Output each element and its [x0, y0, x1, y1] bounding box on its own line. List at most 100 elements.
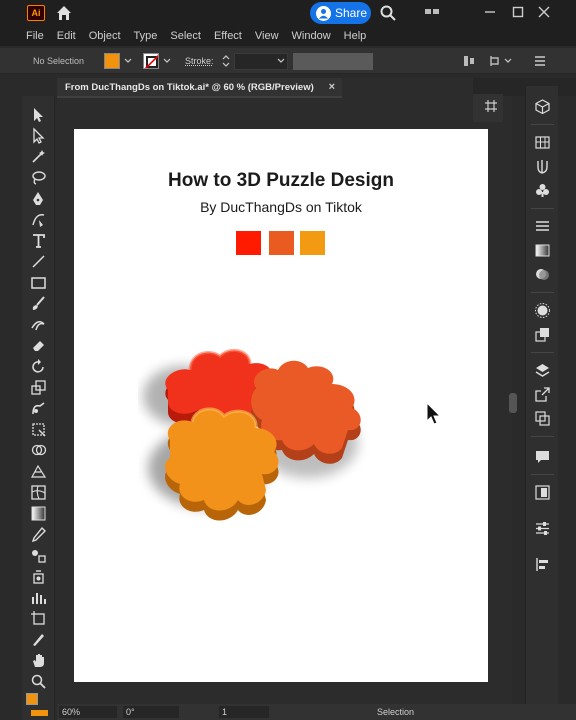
- title-bar: Ai Share: [0, 0, 576, 26]
- direct-selection-tool-icon[interactable]: [30, 127, 47, 144]
- graphic-styles-icon[interactable]: [534, 326, 551, 343]
- rotation-field[interactable]: 0°: [123, 706, 179, 718]
- dock-separator: [531, 352, 554, 353]
- chevron-down-icon[interactable]: [124, 57, 132, 65]
- stroke-color-swatch[interactable]: [143, 53, 159, 69]
- menu-edit[interactable]: Edit: [57, 30, 76, 42]
- scale-tool-icon[interactable]: [30, 379, 47, 396]
- home-icon[interactable]: [55, 4, 73, 22]
- shape-builder-tool-icon[interactable]: [30, 442, 47, 459]
- properties-sliders-icon[interactable]: [534, 520, 551, 537]
- comments-icon[interactable]: [534, 448, 551, 465]
- pen-tool-icon[interactable]: [30, 190, 47, 207]
- color-swatch-orange[interactable]: [300, 231, 325, 255]
- artboards-panel-icon[interactable]: [534, 410, 551, 427]
- color-swatch-red[interactable]: [236, 231, 261, 255]
- menu-object[interactable]: Object: [89, 30, 121, 42]
- arrange-documents-icon[interactable]: [425, 5, 439, 19]
- transparency-icon[interactable]: [534, 266, 551, 283]
- shaper-tool-icon[interactable]: [30, 316, 47, 333]
- transform-icon[interactable]: [488, 54, 502, 68]
- fill-indicator[interactable]: [26, 693, 38, 705]
- symbols-icon[interactable]: [534, 182, 551, 199]
- zoom-field[interactable]: 60%: [59, 706, 117, 718]
- chevron-down-icon[interactable]: [504, 57, 512, 65]
- mesh-tool-icon[interactable]: [30, 484, 47, 501]
- zoom-tool-icon[interactable]: [30, 673, 47, 690]
- menu-view[interactable]: View: [255, 30, 279, 42]
- minimize-icon[interactable]: [483, 5, 497, 19]
- mouse-cursor-icon: [426, 402, 442, 425]
- type-tool-icon[interactable]: [30, 232, 47, 249]
- selection-status: No Selection: [33, 56, 85, 66]
- asset-export-icon[interactable]: [534, 386, 551, 403]
- vertical-scrollbar[interactable]: [509, 393, 517, 413]
- lasso-tool-icon[interactable]: [30, 169, 47, 186]
- artboard-tool-icon[interactable]: [30, 610, 47, 627]
- menu-effect[interactable]: Effect: [214, 30, 242, 42]
- document-tab[interactable]: From DucThangDs on Tiktok.ai* @ 60 % (RG…: [57, 78, 342, 98]
- menu-window[interactable]: Window: [292, 30, 331, 42]
- appearance-icon[interactable]: [534, 302, 551, 319]
- color-swatch-orange-red[interactable]: [269, 231, 294, 255]
- blend-tool-icon[interactable]: [30, 547, 47, 564]
- panel-dock: [525, 86, 558, 706]
- curvature-tool-icon[interactable]: [30, 211, 47, 228]
- opacity-field[interactable]: [293, 53, 373, 70]
- 3d-materials-icon[interactable]: [534, 98, 551, 115]
- menu-help[interactable]: Help: [344, 30, 367, 42]
- brushes-icon[interactable]: [534, 158, 551, 175]
- dock-separator: [531, 208, 554, 209]
- stroke-panel-icon[interactable]: [534, 218, 551, 235]
- chevron-down-icon[interactable]: [163, 57, 171, 65]
- artwork-title[interactable]: How to 3D Puzzle Design: [74, 170, 488, 192]
- swatches-icon[interactable]: [534, 134, 551, 151]
- line-tool-icon[interactable]: [30, 253, 47, 270]
- layers-icon[interactable]: [534, 362, 551, 379]
- dock-separator: [531, 474, 554, 475]
- menu-file[interactable]: File: [26, 30, 44, 42]
- rectangle-tool-icon[interactable]: [30, 274, 47, 291]
- panel-menu-icon[interactable]: [533, 54, 547, 68]
- app-logo: Ai: [27, 5, 45, 21]
- maximize-icon[interactable]: [511, 5, 525, 19]
- align-icon[interactable]: [462, 54, 476, 68]
- dock-separator: [531, 436, 554, 437]
- share-button[interactable]: Share: [310, 2, 371, 24]
- perspective-grid-tool-icon[interactable]: [30, 463, 47, 480]
- symbol-sprayer-tool-icon[interactable]: [30, 568, 47, 585]
- graph-tool-icon[interactable]: [30, 589, 47, 606]
- tools-panel: [22, 96, 55, 720]
- eraser-tool-icon[interactable]: [30, 337, 47, 354]
- stroke-label[interactable]: Stroke:: [185, 56, 214, 66]
- current-tool-label: Selection: [377, 707, 415, 717]
- gradient-panel-icon[interactable]: [534, 242, 551, 259]
- puzzle-artwork[interactable]: [138, 328, 402, 538]
- menu-type[interactable]: Type: [134, 30, 158, 42]
- rotate-tool-icon[interactable]: [30, 358, 47, 375]
- grid-icon[interactable]: [484, 99, 498, 113]
- paintbrush-tool-icon[interactable]: [30, 295, 47, 312]
- artboard-number-field[interactable]: 1: [219, 706, 269, 718]
- dock-separator: [531, 292, 554, 293]
- eyedropper-tool-icon[interactable]: [30, 526, 47, 543]
- menu-select[interactable]: Select: [170, 30, 201, 42]
- share-icon: [316, 5, 331, 21]
- align-panel-icon[interactable]: [534, 556, 551, 573]
- close-tab-icon[interactable]: ×: [329, 81, 335, 93]
- warp-tool-icon[interactable]: [30, 400, 47, 417]
- libraries-icon[interactable]: [534, 484, 551, 501]
- stepper-icon[interactable]: [222, 54, 230, 68]
- stroke-indicator[interactable]: [31, 710, 48, 716]
- gradient-tool-icon[interactable]: [30, 505, 47, 522]
- search-icon[interactable]: [379, 4, 397, 22]
- chevron-down-icon[interactable]: [277, 57, 285, 65]
- selection-tool-icon[interactable]: [30, 106, 47, 123]
- free-transform-tool-icon[interactable]: [30, 421, 47, 438]
- fill-color-swatch[interactable]: [104, 53, 120, 69]
- slice-tool-icon[interactable]: [30, 631, 47, 648]
- magic-wand-tool-icon[interactable]: [30, 148, 47, 165]
- hand-tool-icon[interactable]: [30, 652, 47, 669]
- close-window-icon[interactable]: [537, 5, 551, 19]
- artwork-subtitle[interactable]: By DucThangDs on Tiktok: [74, 199, 488, 215]
